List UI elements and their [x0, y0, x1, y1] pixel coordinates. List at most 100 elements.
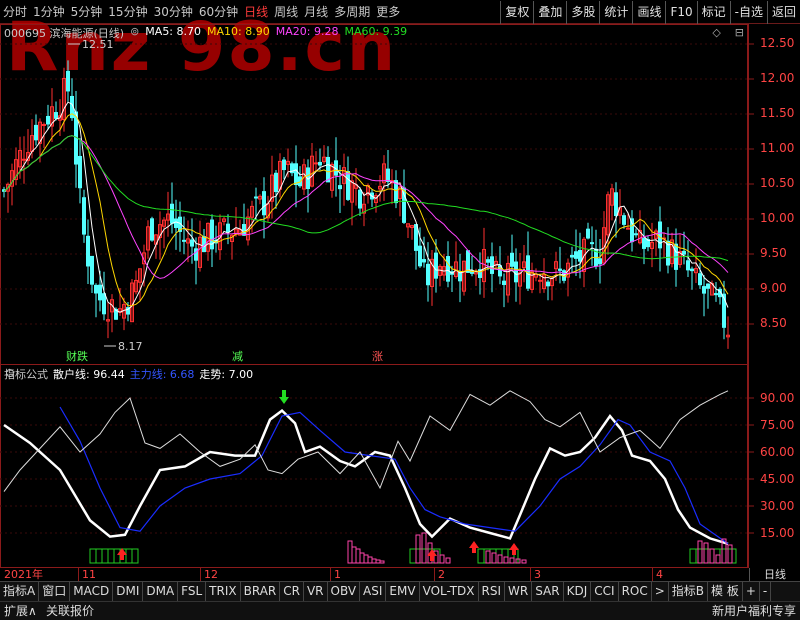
- candle-body: [386, 168, 390, 182]
- indicator-tab[interactable]: OBV: [328, 582, 361, 601]
- candle-body: [502, 280, 506, 286]
- indicator-formula-label[interactable]: 指标公式: [4, 366, 48, 382]
- indicator-tab[interactable]: 窗口: [39, 582, 71, 601]
- candle-body: [426, 263, 430, 286]
- sell-arrow-icon: [279, 390, 289, 404]
- indicator-tab[interactable]: BRAR: [241, 582, 281, 601]
- candle-body: [698, 273, 702, 286]
- indicator-bar: [715, 554, 721, 564]
- new-user-promo-link[interactable]: 新用户福利专享: [712, 602, 796, 620]
- indicator-tab[interactable]: 指标B: [669, 582, 709, 601]
- retail-line-value: 散户线: 96.44: [53, 368, 125, 381]
- related-quote-button[interactable]: 关联报价: [46, 602, 94, 620]
- indicator-tab[interactable]: ASI: [360, 582, 387, 601]
- indicator-tab[interactable]: VOL-TDX: [420, 582, 479, 601]
- indicator-tab[interactable]: KDJ: [564, 582, 592, 601]
- candle-body: [98, 284, 102, 301]
- candle-body: [418, 245, 422, 267]
- candle-body: [574, 251, 578, 259]
- indicator-tab[interactable]: >: [652, 582, 669, 601]
- indicator-bar: [363, 554, 369, 564]
- candle-body: [682, 250, 686, 255]
- indicator-tab[interactable]: MACD: [70, 582, 114, 601]
- month-label: 3: [534, 568, 541, 581]
- price-tick: 9.50: [760, 246, 787, 260]
- diamond-icon[interactable]: ◇: [712, 26, 720, 39]
- candle-body: [558, 268, 562, 271]
- indicator-tab[interactable]: CCI: [591, 582, 619, 601]
- candle-body: [434, 252, 438, 279]
- candle-body: [282, 159, 286, 171]
- candle-body: [702, 286, 706, 294]
- candle-body: [226, 223, 230, 233]
- candle-body: [66, 70, 70, 92]
- indicator-bar: [439, 554, 445, 564]
- indicator-tab[interactable]: FSL: [178, 582, 207, 601]
- indicator-tab[interactable]: +: [743, 582, 760, 601]
- indicator-header: 指标公式 散户线: 96.44 主力线: 6.68 走势: 7.00: [4, 366, 253, 382]
- indicator-tick: 15.00: [760, 526, 795, 540]
- candle-body: [86, 235, 90, 267]
- month-separator: [200, 568, 201, 581]
- indicator-tabs: 指标A 窗口 MACD DMI DMA FSL TRIX BRAR CR VR OBV ASI EMV V…: [0, 581, 800, 601]
- indicator-tick: 45.00: [760, 472, 795, 486]
- minimize-icon[interactable]: ⊟: [735, 26, 744, 39]
- candle-body: [706, 283, 710, 289]
- indicator-tab[interactable]: ROC: [619, 582, 652, 601]
- candle-body: [578, 249, 582, 262]
- year-label: 2021年: [4, 568, 43, 581]
- indicator-tab[interactable]: CR: [280, 582, 304, 601]
- ma10-value: MA10: 8.90: [207, 25, 270, 38]
- candle-body: [78, 155, 82, 189]
- indicator-tab[interactable]: TRIX: [206, 582, 241, 601]
- month-label: 1: [334, 568, 341, 581]
- indicator-bar: [355, 548, 361, 564]
- indicator-tab[interactable]: DMA: [143, 582, 179, 601]
- candle-body: [54, 112, 58, 119]
- kline-header: 000695 滨海能源(日线) ⊚ MA5: 8.70 MA10: 8.90 M…: [4, 25, 407, 41]
- indicator-tab[interactable]: 模 板: [708, 582, 743, 601]
- indicator-tab[interactable]: EMV: [386, 582, 420, 601]
- indicator-tab[interactable]: -: [760, 582, 772, 601]
- indicator-tab[interactable]: RSI: [479, 582, 506, 601]
- indicator-tab[interactable]: DMI: [113, 582, 144, 601]
- indicator-bar: [521, 559, 527, 564]
- candle-body: [34, 124, 38, 141]
- indicator-bar: [709, 548, 715, 564]
- indicator-tick: 75.00: [760, 418, 795, 432]
- price-tick: 12.50: [760, 36, 795, 50]
- month-label: 4: [656, 568, 663, 581]
- indicator-bar: [375, 559, 381, 564]
- indicator-bar: [485, 550, 491, 564]
- candle-body: [326, 156, 330, 183]
- expand-button[interactable]: 扩展∧: [4, 602, 37, 620]
- indicator-bar: [445, 557, 451, 564]
- candle-body: [586, 228, 590, 239]
- indicator-tick: 30.00: [760, 499, 795, 513]
- candle-body: [274, 172, 278, 193]
- indicator-tab[interactable]: SAR: [532, 582, 564, 601]
- indicator-tab[interactable]: 指标A: [0, 582, 40, 601]
- candle-body: [614, 192, 618, 217]
- price-tick: 10.50: [760, 176, 795, 190]
- indicator-bar: [509, 557, 515, 564]
- trend-value: 走势: 7.00: [199, 368, 254, 381]
- kline-chart[interactable]: 12.518.17财跌减涨: [0, 0, 800, 620]
- candle-body: [486, 259, 490, 263]
- candle-body: [82, 197, 86, 235]
- main-force-line: [59, 406, 729, 545]
- stock-code-label[interactable]: 000695 滨海能源(日线): [4, 25, 124, 41]
- candle-body: [634, 233, 638, 236]
- indicator-tab[interactable]: WR: [505, 582, 533, 601]
- period-indicator[interactable]: 日线: [749, 568, 800, 581]
- candle-body: [510, 252, 514, 267]
- indicator-tab[interactable]: VR: [304, 582, 328, 601]
- chart-settings-icon[interactable]: ⊚: [130, 25, 139, 41]
- indicator-bar: [727, 544, 733, 564]
- indicator-tick: 60.00: [760, 445, 795, 459]
- ma5-value: MA5: 8.70: [145, 25, 202, 38]
- status-bar: 扩展∧ 关联报价 新用户福利专享: [0, 601, 800, 620]
- indicator-bar: [379, 560, 385, 564]
- indicator-bar: [497, 554, 503, 564]
- candle-body: [598, 258, 602, 265]
